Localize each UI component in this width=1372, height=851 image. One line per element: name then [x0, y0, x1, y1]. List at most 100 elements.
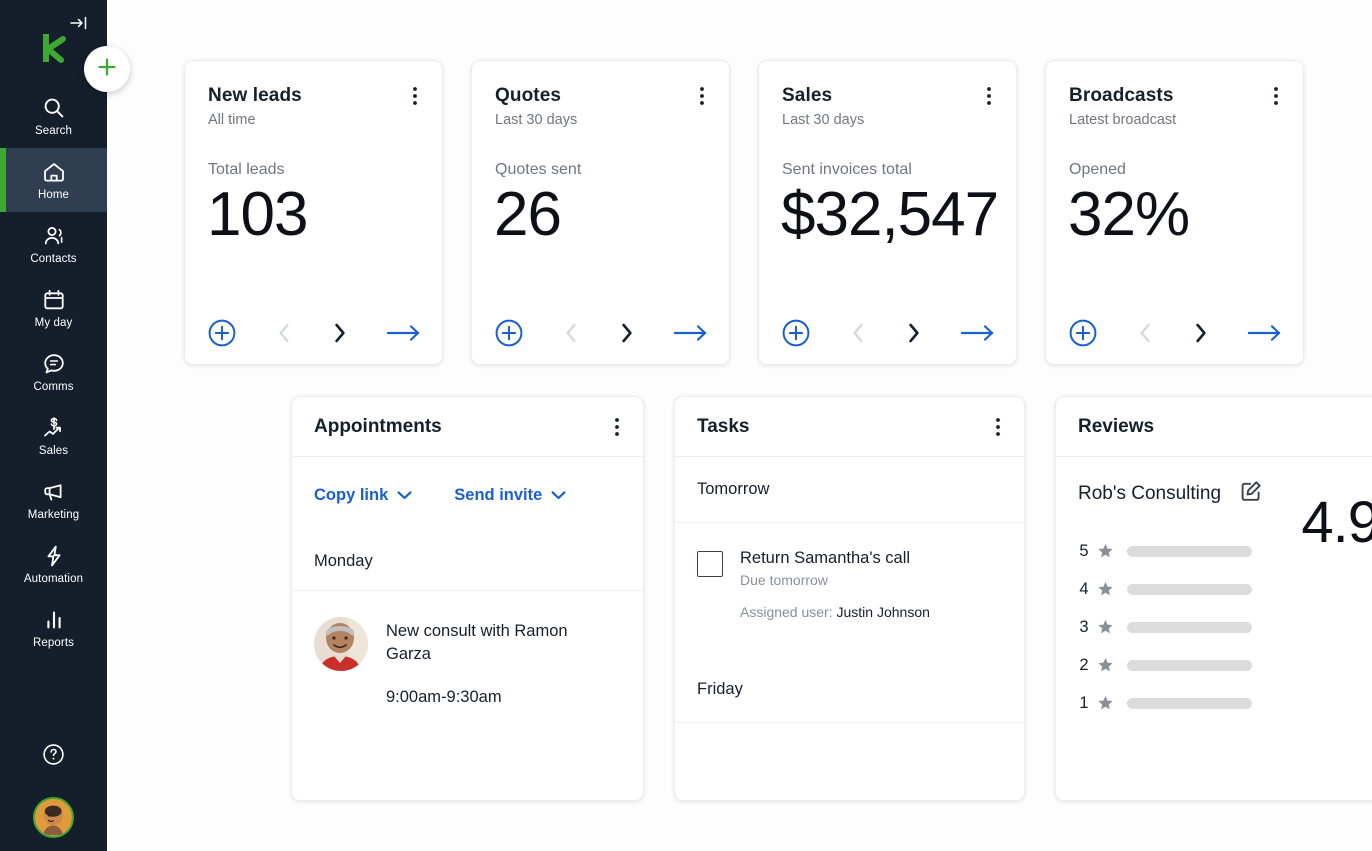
card-title: Appointments [314, 416, 442, 438]
rating-distribution: 5 4 [1078, 532, 1372, 722]
average-rating: 4.9 [1301, 493, 1372, 553]
card-header: Appointments [292, 397, 643, 457]
rating-level: 5 [1078, 542, 1090, 561]
chevron-down-icon [397, 486, 412, 505]
chevron-right-icon[interactable] [899, 318, 929, 348]
more-vertical-icon[interactable] [693, 85, 711, 107]
task-details: Return Samantha's call Due tomorrow Assi… [740, 549, 930, 620]
copy-link-button[interactable]: Copy link [314, 486, 412, 505]
assigned-user: Justin Johnson [837, 604, 930, 620]
sidebar-item-marketing[interactable]: Marketing [0, 468, 107, 532]
metric-value: 103 [185, 179, 442, 251]
card-subtitle: All time [185, 107, 442, 128]
appointment-item[interactable]: New consult with Ramon Garza 9:00am-9:30… [292, 591, 643, 707]
more-vertical-icon[interactable] [989, 416, 1007, 438]
copy-link-label: Copy link [314, 486, 388, 505]
card-header: Tasks [675, 397, 1024, 457]
plus-circle-icon[interactable] [781, 318, 811, 348]
card-subtitle: Last 30 days [759, 107, 1016, 128]
sidebar-item-reports[interactable]: Reports [0, 596, 107, 660]
star-icon [1097, 581, 1114, 598]
card-subtitle: Latest broadcast [1046, 107, 1303, 128]
arrow-right-icon[interactable] [960, 318, 996, 348]
rating-level: 1 [1078, 694, 1090, 713]
sidebar-item-automation[interactable]: Automation [0, 532, 107, 596]
task-group-friday-wrap: Friday [675, 656, 1024, 723]
chevron-down-icon [551, 486, 566, 505]
card-footer [759, 318, 1016, 348]
card-subtitle: Last 30 days [472, 107, 729, 128]
arrow-right-icon[interactable] [386, 318, 422, 348]
task-group-friday: Friday [675, 656, 1024, 722]
card-header: Broadcasts [1046, 61, 1303, 107]
collapse-sidebar-icon[interactable] [66, 10, 92, 36]
card-header: Quotes [472, 61, 729, 107]
dashboard-app: Search Home [0, 0, 1372, 851]
chevron-right-icon[interactable] [1186, 318, 1216, 348]
card-footer [185, 318, 442, 348]
chevron-right-icon[interactable] [325, 318, 355, 348]
chevron-right-icon[interactable] [612, 318, 642, 348]
sidebar-item-label: Home [38, 189, 69, 202]
metric-label: Total leads [185, 128, 442, 179]
more-vertical-icon[interactable] [1267, 85, 1285, 107]
card-reviews: Reviews Rob's Consulting 4.9 [1055, 396, 1372, 801]
sidebar-item-search[interactable]: Search [0, 84, 107, 148]
card-title: New leads [208, 85, 302, 107]
sidebar-item-label: Marketing [28, 509, 79, 522]
chevron-left-icon[interactable] [1130, 318, 1160, 348]
card-quotes: Quotes Last 30 days Quotes sent 26 [471, 60, 730, 365]
rating-bar-track [1127, 622, 1252, 633]
chevron-left-icon[interactable] [843, 318, 873, 348]
sidebar-item-label: Automation [24, 573, 83, 586]
sidebar-item-label: Reports [33, 637, 74, 650]
plus-circle-icon[interactable] [207, 318, 237, 348]
task-row[interactable]: Return Samantha's call Due tomorrow Assi… [675, 523, 1024, 620]
home-icon [41, 159, 67, 185]
card-footer [472, 318, 729, 348]
megaphone-icon [41, 479, 67, 505]
appointment-time: 9:00am-9:30am [386, 688, 604, 707]
send-invite-button[interactable]: Send invite [454, 486, 566, 505]
rating-row: 4 [1078, 570, 1372, 608]
metric-label: Sent invoices total [759, 128, 1016, 179]
sidebar-item-label: Search [35, 125, 72, 138]
business-name: Rob's Consulting [1078, 483, 1221, 505]
arrow-right-icon[interactable] [673, 318, 709, 348]
sidebar-item-home[interactable]: Home [0, 148, 107, 212]
assigned-prefix: Assigned user: [740, 604, 833, 620]
arrow-right-icon[interactable] [1247, 318, 1283, 348]
rating-level: 4 [1078, 580, 1090, 599]
more-vertical-icon[interactable] [608, 416, 626, 438]
lightning-icon [41, 543, 67, 569]
metric-label: Opened [1046, 128, 1303, 179]
sidebar-item-my-day[interactable]: My day [0, 276, 107, 340]
star-icon [1097, 619, 1114, 636]
rating-row: 2 [1078, 646, 1372, 684]
metric-value: $32,547 [759, 179, 1016, 251]
rating-bar-track [1127, 546, 1252, 557]
more-vertical-icon[interactable] [980, 85, 998, 107]
create-new-button[interactable] [84, 46, 130, 92]
star-icon [1097, 543, 1114, 560]
help-circle-icon [40, 741, 67, 773]
sidebar-item-contacts[interactable]: Contacts [0, 212, 107, 276]
appointment-title: New consult with Ramon Garza [386, 620, 604, 666]
more-vertical-icon[interactable] [406, 85, 424, 107]
plus-circle-icon[interactable] [494, 318, 524, 348]
checkbox-unchecked-icon[interactable] [697, 551, 723, 577]
card-tasks: Tasks Tomorrow Return Samantha's call Du… [674, 396, 1025, 801]
edit-square-icon[interactable] [1239, 479, 1263, 508]
sales-chart-icon [41, 415, 67, 441]
calendar-icon [41, 287, 67, 313]
sidebar-item-sales[interactable]: Sales [0, 404, 107, 468]
contacts-icon [41, 223, 67, 249]
plus-circle-icon[interactable] [1068, 318, 1098, 348]
help-button[interactable] [0, 731, 107, 783]
chevron-left-icon[interactable] [556, 318, 586, 348]
chevron-left-icon[interactable] [269, 318, 299, 348]
sidebar-item-comms[interactable]: Comms [0, 340, 107, 404]
star-icon [1097, 657, 1114, 674]
sidebar-item-label: Comms [33, 381, 73, 394]
user-avatar-button[interactable] [0, 783, 107, 851]
